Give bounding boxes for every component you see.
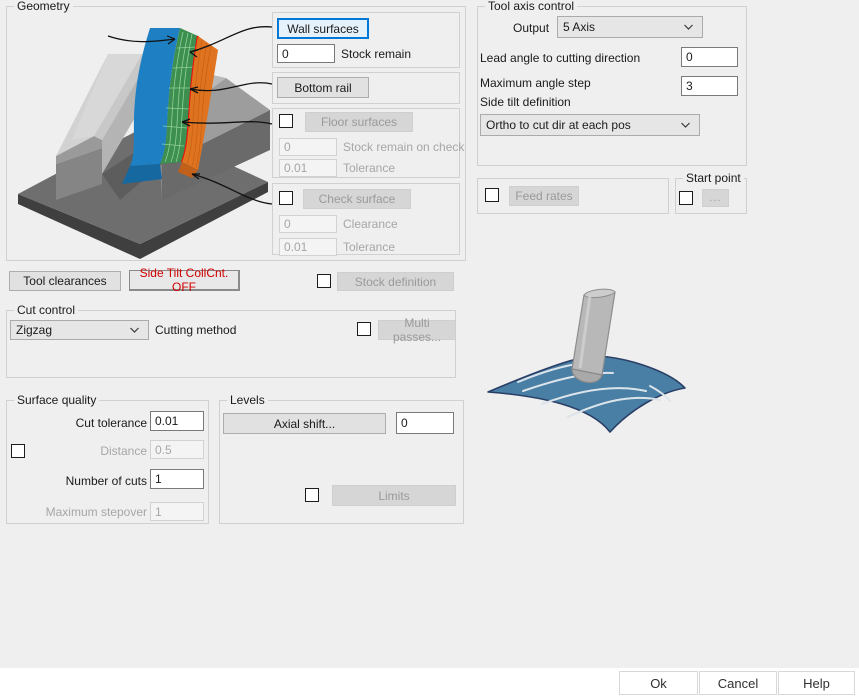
floor-tolerance-input[interactable]: 0.01 xyxy=(279,159,337,177)
floor-stock-remain-label: Stock remain on check xyxy=(343,140,465,154)
cam-dialog: Geometry Wall surfaces 0 Stock remain Bo… xyxy=(0,0,859,699)
levels-legend: Levels xyxy=(227,394,268,407)
cutting-method-label: Cutting method xyxy=(155,323,237,337)
cancel-button[interactable]: Cancel xyxy=(699,671,777,695)
chevron-down-icon xyxy=(680,120,691,131)
output-label: Output xyxy=(513,21,550,35)
help-button[interactable]: Help xyxy=(778,671,855,695)
maximum-angle-step-label: Maximum angle step xyxy=(480,76,591,90)
check-clearance-label: Clearance xyxy=(343,217,398,231)
floor-surfaces-checkbox[interactable] xyxy=(279,114,293,128)
multi-passes-checkbox[interactable] xyxy=(357,322,371,336)
geometry-legend: Geometry xyxy=(14,0,73,13)
surface-quality-legend: Surface quality xyxy=(14,394,100,407)
distance-checkbox[interactable] xyxy=(11,444,25,458)
tool-axis-preview-illustration xyxy=(480,260,780,490)
maximum-stepover-input[interactable]: 1 xyxy=(150,502,204,521)
cut-control-legend: Cut control xyxy=(14,304,79,317)
feed-rates-checkbox[interactable] xyxy=(485,188,499,202)
stock-remain-input[interactable]: 0 xyxy=(277,44,335,63)
chevron-down-icon xyxy=(129,325,140,336)
side-tilt-collcnt-button[interactable]: Side Tilt CollCnt. OFF xyxy=(129,266,240,294)
feed-rates-button[interactable]: Feed rates xyxy=(509,186,579,206)
number-of-cuts-label: Number of cuts xyxy=(65,474,147,488)
cut-tolerance-label: Cut tolerance xyxy=(75,416,147,430)
output-combo[interactable]: 5 Axis xyxy=(557,16,703,38)
axial-shift-button[interactable]: Axial shift... xyxy=(223,413,386,434)
number-of-cuts-input[interactable]: 1 xyxy=(150,469,204,489)
cutting-method-value: Zigzag xyxy=(16,323,53,337)
cutting-method-combo[interactable]: Zigzag xyxy=(10,320,149,340)
axial-shift-input[interactable]: 0 xyxy=(396,412,454,434)
lead-angle-label: Lead angle to cutting direction xyxy=(480,51,641,65)
side-tilt-definition-combo[interactable]: Ortho to cut dir at each pos xyxy=(480,114,700,136)
dialog-footer: Ok Cancel Help xyxy=(0,668,859,699)
start-point-browse-button[interactable]: ... xyxy=(702,189,729,207)
multi-passes-button[interactable]: Multi passes... xyxy=(378,316,456,344)
geometry-preview-illustration xyxy=(12,14,274,259)
chevron-down-icon xyxy=(683,22,694,33)
side-tilt-definition-label: Side tilt definition xyxy=(480,95,571,109)
wall-surfaces-button[interactable]: Wall surfaces xyxy=(277,18,369,39)
stock-remain-label: Stock remain xyxy=(341,47,412,61)
output-combo-value: 5 Axis xyxy=(563,20,596,34)
stock-definition-checkbox[interactable] xyxy=(317,274,331,288)
lead-angle-input[interactable]: 0 xyxy=(681,47,738,67)
limits-button[interactable]: Limits xyxy=(332,485,456,506)
check-tolerance-input[interactable]: 0.01 xyxy=(279,238,337,256)
start-point-legend: Start point xyxy=(683,172,744,185)
floor-stock-remain-input[interactable]: 0 xyxy=(279,138,337,156)
limits-checkbox[interactable] xyxy=(305,488,319,502)
ok-button[interactable]: Ok xyxy=(619,671,698,695)
bottom-rail-button[interactable]: Bottom rail xyxy=(277,77,369,98)
cut-tolerance-input[interactable]: 0.01 xyxy=(150,411,204,431)
stock-definition-button[interactable]: Stock definition xyxy=(337,272,454,291)
check-surface-button[interactable]: Check surface xyxy=(303,189,411,209)
check-clearance-input[interactable]: 0 xyxy=(279,215,337,233)
check-tolerance-label: Tolerance xyxy=(343,240,396,254)
check-surface-checkbox[interactable] xyxy=(279,191,293,205)
maximum-stepover-label: Maximum stepover xyxy=(45,505,147,519)
tool-clearances-button[interactable]: Tool clearances xyxy=(9,271,121,291)
distance-input[interactable]: 0.5 xyxy=(150,440,204,459)
maximum-angle-step-input[interactable]: 3 xyxy=(681,76,738,96)
start-point-checkbox[interactable] xyxy=(679,191,693,205)
floor-tolerance-label: Tolerance xyxy=(343,161,396,175)
side-tilt-definition-value: Ortho to cut dir at each pos xyxy=(486,118,631,132)
floor-surfaces-button[interactable]: Floor surfaces xyxy=(305,112,413,132)
tool-axis-control-legend: Tool axis control xyxy=(485,0,578,13)
distance-label: Distance xyxy=(100,444,147,458)
